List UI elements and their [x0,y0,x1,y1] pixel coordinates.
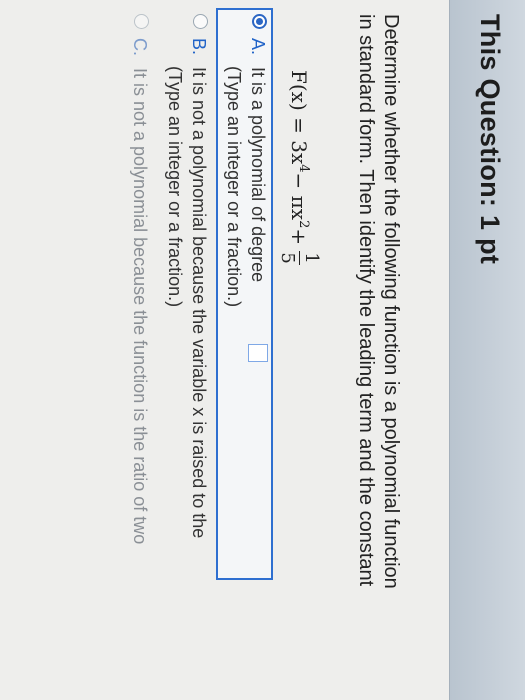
option-a-radio[interactable] [252,14,267,29]
option-a-text: It is a polynomial of degree [248,67,268,283]
question-prompt: Determine whether the following function… [353,14,403,700]
option-b-hint: (Type an integer or a fraction.) [165,66,185,308]
option-a-letter: A. [248,38,268,56]
option-a-hint: (Type an integer or a fraction.) [224,66,244,308]
fraction-one-fifth: 1 5 [277,251,322,266]
option-a[interactable]: A. It is a polynomial of degree [247,38,269,282]
exponent-2: 2 [296,220,311,229]
prompt-line-2: in standard form. Then identify the lead… [355,14,377,587]
function-plus: + [287,228,312,246]
option-c-text: It is not a polynomial because the funct… [130,68,150,545]
option-c-radio[interactable] [134,14,149,29]
prompt-line-1: Determine whether the following function… [380,14,402,589]
function-middle-term: − πx [287,172,312,221]
option-b-radio[interactable] [193,14,208,29]
option-b[interactable]: B. It is not a polynomial because the var… [188,38,210,538]
question-header: This Question: 1 pt [449,0,525,700]
question-panel: This Question: 1 pt Determine whether th… [0,0,525,700]
fraction-numerator: 1 [301,252,322,264]
option-c[interactable]: C. It is not a polynomial because the fun… [129,38,151,544]
degree-answer-input[interactable] [248,344,268,362]
question-points-title: This Question: 1 pt [475,14,505,265]
fraction-denominator: 5 [277,252,298,264]
question-body: Determine whether the following function… [0,0,449,700]
exponent-4: 4 [296,164,311,173]
option-c-letter: C. [130,38,150,56]
option-b-letter: B. [189,38,209,56]
function-lhs: F(x) = 3x [287,70,312,165]
fraction-bar [299,251,300,266]
option-b-text: It is not a polynomial because the varia… [189,67,209,539]
function-expression: F(x) = 3x 4 − πx 2 + 1 5 [277,70,322,266]
